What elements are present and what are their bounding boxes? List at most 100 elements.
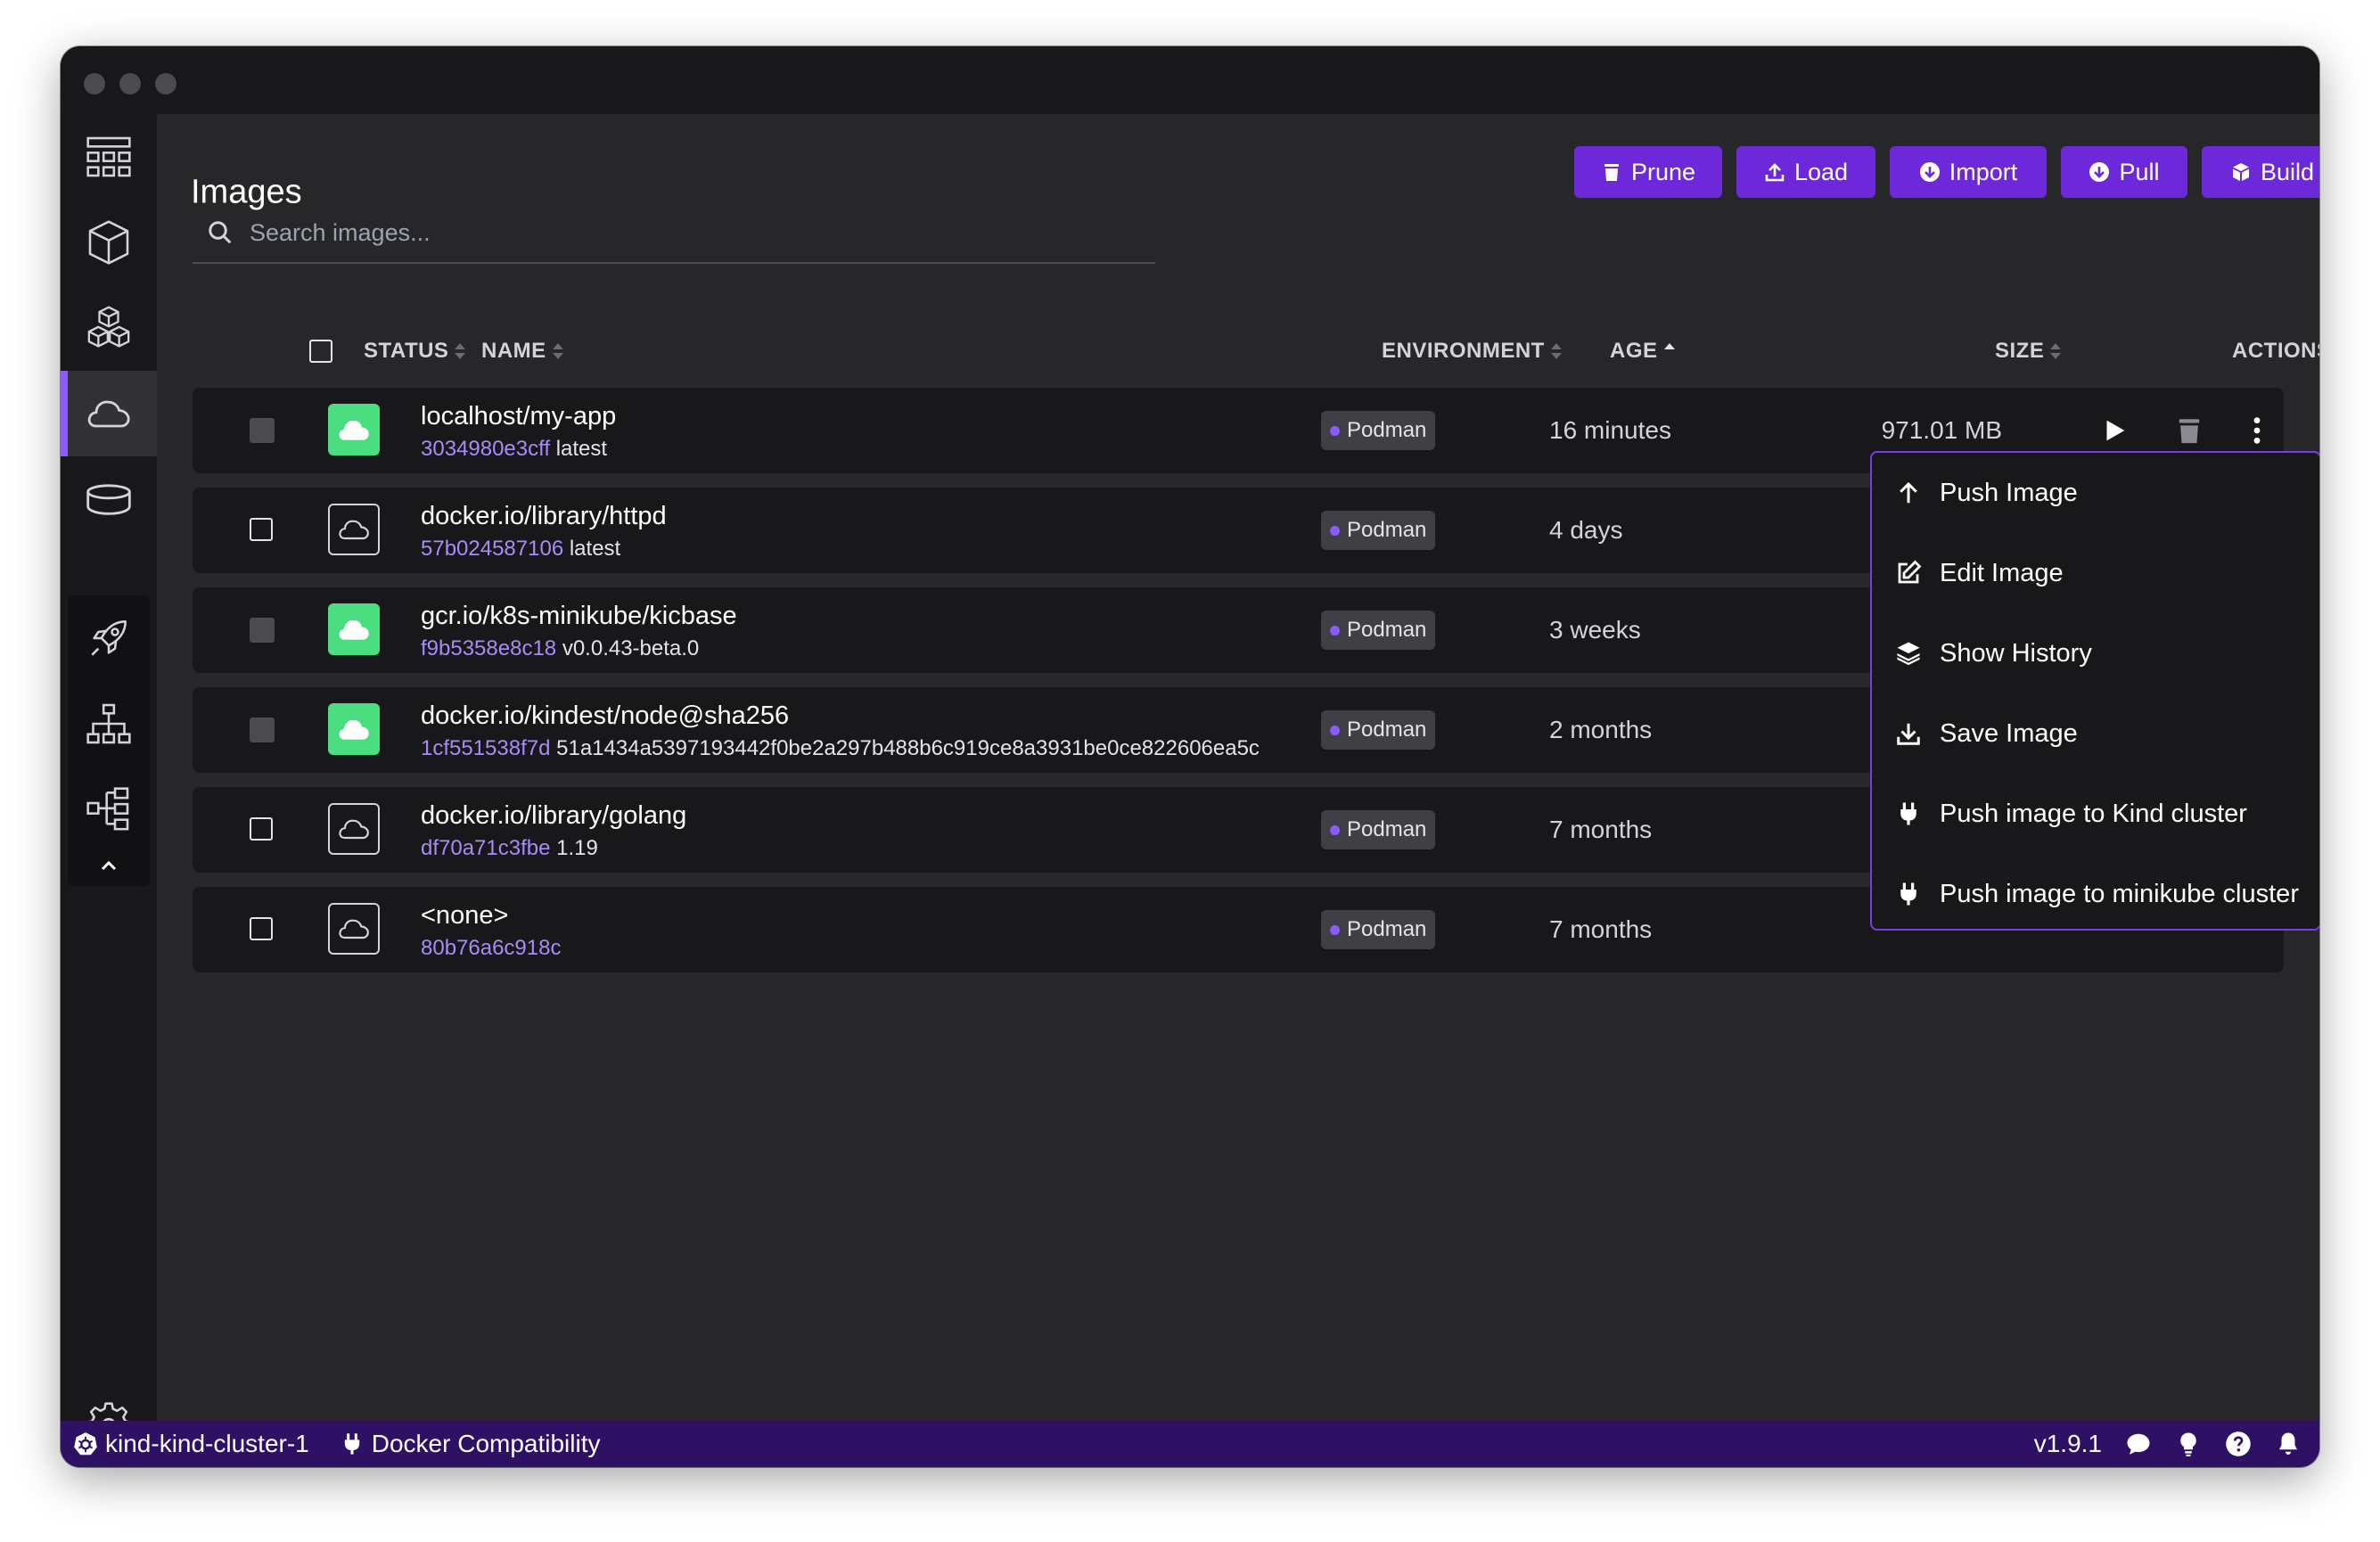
menu-item-label: Push image to minikube cluster bbox=[1940, 879, 2299, 908]
age-header-label: AGE bbox=[1610, 339, 1658, 363]
nav-kubernetes-services[interactable] bbox=[61, 767, 157, 852]
load-button[interactable]: Load bbox=[1736, 146, 1875, 198]
cube-icon bbox=[88, 220, 129, 265]
image-id[interactable]: 80b76a6c918c bbox=[421, 936, 561, 960]
menu-item-edit-image[interactable]: Edit Image bbox=[1872, 533, 2319, 613]
trash-icon bbox=[2179, 419, 2200, 444]
collapse-extensions-button[interactable] bbox=[61, 850, 157, 881]
window-minimize-dot[interactable] bbox=[119, 73, 141, 94]
more-actions-button[interactable] bbox=[2241, 414, 2273, 447]
docker-compatibility[interactable]: Docker Compatibility bbox=[340, 1430, 601, 1458]
image-name[interactable]: gcr.io/k8s-minikube/kicbase bbox=[421, 602, 737, 631]
image-age: 7 months bbox=[1549, 915, 1653, 943]
status-unused bbox=[328, 803, 380, 855]
environment-column-header[interactable]: ENVIRONMENT bbox=[1382, 339, 1563, 364]
image-name[interactable]: <none> bbox=[421, 901, 508, 931]
volume-icon bbox=[86, 484, 131, 515]
chevron-up-icon bbox=[101, 860, 117, 871]
age-column-header[interactable]: AGE bbox=[1610, 339, 1676, 364]
cloud-icon bbox=[339, 619, 369, 640]
docker-compatibility-label: Docker Compatibility bbox=[371, 1430, 601, 1457]
image-id-tag: 80b76a6c918c bbox=[421, 936, 1312, 961]
environment-badge: Podman bbox=[1321, 810, 1436, 849]
row-checkbox[interactable] bbox=[250, 917, 273, 940]
import-button[interactable]: Import bbox=[1890, 146, 2047, 198]
image-name[interactable]: docker.io/library/httpd bbox=[421, 502, 667, 531]
prune-label: Prune bbox=[1630, 158, 1696, 185]
select-all-checkbox[interactable] bbox=[309, 340, 332, 363]
circle-download-icon bbox=[2089, 162, 2110, 182]
title-bar bbox=[61, 46, 2319, 114]
menu-item-save-image[interactable]: Save Image bbox=[1872, 693, 2319, 774]
menu-item-label: Save Image bbox=[1940, 718, 2078, 748]
image-age: 3 weeks bbox=[1549, 616, 1641, 644]
actions-header-label: ACTIONS bbox=[2232, 339, 2319, 363]
name-column-header[interactable]: NAME bbox=[481, 339, 564, 364]
image-age: 4 days bbox=[1549, 516, 1623, 544]
delete-image-button[interactable] bbox=[2173, 414, 2205, 447]
podman-dot-icon bbox=[1330, 824, 1340, 835]
image-name[interactable]: docker.io/kindest/node@sha256 bbox=[421, 701, 789, 731]
environment-header-label: ENVIRONMENT bbox=[1382, 339, 1545, 363]
plug-icon bbox=[1900, 882, 1916, 906]
nav-containers[interactable] bbox=[61, 200, 157, 285]
menu-item-label: Show History bbox=[1940, 638, 2092, 668]
dashboard-icon bbox=[86, 136, 131, 177]
menu-item-push-to-minikube[interactable]: Push image to minikube cluster bbox=[1872, 854, 2319, 934]
pull-button[interactable]: Pull bbox=[2061, 146, 2187, 198]
kebab-menu-icon bbox=[2253, 417, 2261, 444]
environment-badge: Podman bbox=[1321, 611, 1436, 650]
status-bar-right: v1.9.1 bbox=[2034, 1421, 2302, 1467]
menu-item-show-history[interactable]: Show History bbox=[1872, 613, 2319, 693]
row-checkbox[interactable] bbox=[250, 518, 273, 541]
lightbulb-icon[interactable] bbox=[2175, 1431, 2202, 1457]
help-icon[interactable] bbox=[2225, 1431, 2252, 1457]
search-input[interactable] bbox=[248, 217, 1054, 248]
nav-pods[interactable] bbox=[61, 285, 157, 371]
cubes-icon bbox=[87, 306, 130, 348]
status-column-header[interactable]: STATUS bbox=[364, 339, 466, 364]
environment-badge: Podman bbox=[1321, 910, 1436, 949]
environment-badge: Podman bbox=[1321, 411, 1436, 450]
image-tag: 51a1434a5397193442f0be2a297b488b6c919ce8… bbox=[556, 736, 1260, 760]
image-name[interactable]: localhost/my-app bbox=[421, 402, 616, 431]
sidebar bbox=[61, 114, 157, 1467]
hierarchy-icon bbox=[86, 787, 129, 831]
build-button[interactable]: Build bbox=[2202, 146, 2319, 198]
menu-item-push-to-kind[interactable]: Push image to Kind cluster bbox=[1872, 774, 2319, 854]
image-tag: 1.19 bbox=[556, 836, 598, 860]
window-zoom-dot[interactable] bbox=[155, 73, 176, 94]
import-label: Import bbox=[1949, 158, 2018, 185]
menu-item-push-image[interactable]: Push Image bbox=[1872, 453, 2319, 533]
environment-label: Podman bbox=[1347, 518, 1427, 542]
image-name[interactable]: docker.io/library/golang bbox=[421, 801, 686, 831]
row-checkbox[interactable] bbox=[250, 817, 273, 841]
status-in-use bbox=[328, 404, 380, 455]
nav-images[interactable] bbox=[61, 371, 157, 456]
image-actions-menu: Push Image Edit Image Show History Save … bbox=[1870, 451, 2319, 931]
podman-dot-icon bbox=[1330, 525, 1340, 536]
name-header-label: NAME bbox=[481, 339, 546, 363]
run-image-button[interactable] bbox=[2098, 414, 2130, 447]
kubernetes-context-label: kind-kind-cluster-1 bbox=[105, 1430, 309, 1457]
image-id[interactable]: 57b024587106 bbox=[421, 537, 563, 561]
podman-dot-icon bbox=[1330, 425, 1340, 436]
image-id[interactable]: df70a71c3fbe bbox=[421, 836, 550, 860]
version-label[interactable]: v1.9.1 bbox=[2034, 1430, 2102, 1458]
nav-deployments[interactable] bbox=[61, 595, 157, 681]
edit-icon bbox=[1898, 560, 1922, 584]
image-id[interactable]: 1cf551538f7d bbox=[421, 736, 550, 760]
prune-button[interactable]: Prune bbox=[1574, 146, 1722, 198]
kubernetes-context[interactable]: kind-kind-cluster-1 bbox=[73, 1430, 309, 1458]
nav-kubernetes-nodes[interactable] bbox=[61, 681, 157, 767]
sort-icon bbox=[454, 341, 466, 361]
window-close-dot[interactable] bbox=[84, 73, 105, 94]
size-column-header[interactable]: SIZE bbox=[1995, 339, 2062, 364]
image-id[interactable]: f9b5358e8c18 bbox=[421, 636, 556, 660]
bell-icon[interactable] bbox=[2275, 1431, 2302, 1457]
image-id[interactable]: 3034980e3cff bbox=[421, 437, 550, 461]
nav-dashboard[interactable] bbox=[61, 114, 157, 200]
size-header-label: SIZE bbox=[1995, 339, 2045, 363]
nav-volumes[interactable] bbox=[61, 456, 157, 542]
chat-bubble-icon[interactable] bbox=[2125, 1431, 2152, 1457]
